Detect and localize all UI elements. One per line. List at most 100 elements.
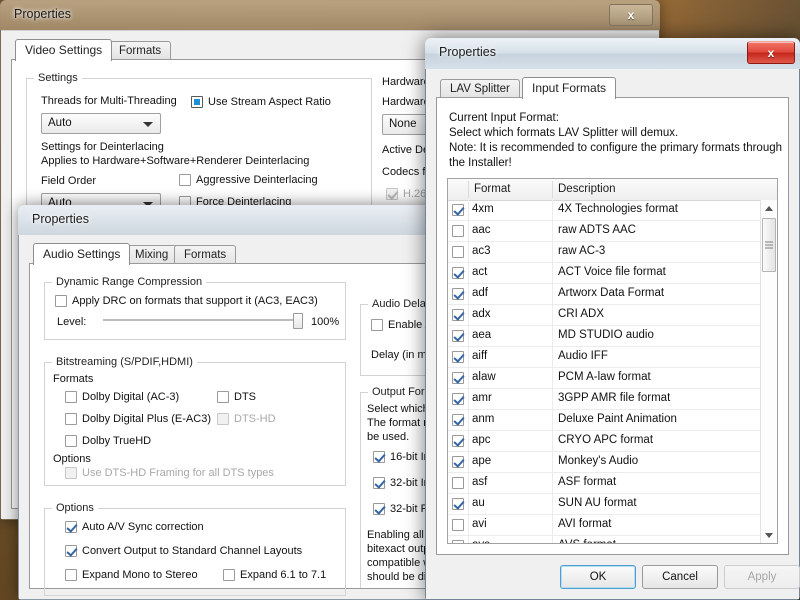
checkbox-h264[interactable]: H.26 bbox=[386, 188, 426, 200]
table-row[interactable]: aiff Audio IFF bbox=[448, 347, 761, 368]
apply-button[interactable]: Apply bbox=[724, 565, 800, 589]
checkbox-auto-av-sync[interactable]: Auto A/V Sync correction bbox=[65, 521, 204, 533]
checkbox-box bbox=[217, 413, 229, 425]
cell-divider bbox=[468, 305, 469, 325]
row-checkbox[interactable] bbox=[452, 372, 464, 384]
table-row[interactable]: alaw PCM A-law format bbox=[448, 368, 761, 389]
checkbox-dolby-digital-ac3[interactable]: Dolby Digital (AC-3) bbox=[65, 391, 179, 403]
row-checkbox[interactable] bbox=[452, 456, 464, 468]
column-header-format[interactable]: Format bbox=[474, 183, 510, 195]
checkbox-apply-drc[interactable]: Apply DRC on formats that support it (AC… bbox=[55, 295, 318, 307]
tab-formats[interactable]: Formats bbox=[174, 245, 237, 265]
table-row[interactable]: au SUN AU format bbox=[448, 494, 761, 515]
info-line-4: the Installer! bbox=[449, 157, 512, 169]
table-row[interactable]: 4xm 4X Technologies format bbox=[448, 200, 761, 221]
tab-mixing[interactable]: Mixing bbox=[125, 245, 179, 265]
table-row[interactable]: avs AVS format bbox=[448, 536, 761, 543]
titlebar[interactable]: Properties x bbox=[0, 0, 660, 30]
row-checkbox[interactable] bbox=[452, 540, 464, 543]
tab-lav-splitter[interactable]: LAV Splitter bbox=[440, 79, 520, 99]
close-icon[interactable]: x bbox=[609, 4, 653, 26]
scrollbar-thumb[interactable] bbox=[762, 218, 776, 272]
checkbox-box bbox=[65, 467, 77, 479]
tab-video-settings[interactable]: Video Settings bbox=[15, 39, 113, 61]
table-row[interactable]: act ACT Voice file format bbox=[448, 263, 761, 284]
table-row[interactable]: aac raw ADTS AAC bbox=[448, 221, 761, 242]
group-options: Options Auto A/V Sync correction Convert… bbox=[44, 502, 346, 596]
table-row[interactable]: adx CRI ADX bbox=[448, 305, 761, 326]
table-row[interactable]: adf Artworx Data Format bbox=[448, 284, 761, 305]
group-dynamic-range-compression: Dynamic Range Compression Apply DRC on f… bbox=[44, 276, 346, 340]
table-row[interactable]: asf ASF format bbox=[448, 473, 761, 494]
slider-thumb[interactable] bbox=[293, 313, 303, 329]
close-icon[interactable]: x bbox=[747, 41, 795, 64]
list-body[interactable]: 4xm 4X Technologies format aac raw ADTS AAC… bbox=[448, 200, 761, 543]
row-checkbox[interactable] bbox=[452, 519, 464, 531]
window-audio-properties[interactable]: Properties Audio Settings Mixing Formats… bbox=[18, 205, 438, 600]
row-checkbox[interactable] bbox=[452, 309, 464, 321]
cell-divider bbox=[468, 389, 469, 409]
table-row[interactable]: aea MD STUDIO audio bbox=[448, 326, 761, 347]
checkbox-convert-standard-layouts[interactable]: Convert Output to Standard Channel Layou… bbox=[65, 545, 302, 557]
table-row[interactable]: amr 3GPP AMR file format bbox=[448, 389, 761, 410]
row-checkbox[interactable] bbox=[452, 351, 464, 363]
checkbox-dts[interactable]: DTS bbox=[217, 391, 256, 403]
row-checkbox[interactable] bbox=[452, 288, 464, 300]
cell-format: adx bbox=[472, 308, 491, 320]
checkbox-label: DTS bbox=[234, 391, 256, 403]
cell-divider bbox=[468, 452, 469, 472]
ok-button[interactable]: OK bbox=[560, 565, 636, 589]
checkbox-32bit-integer[interactable]: 32-bit Inte bbox=[373, 477, 426, 489]
checkbox-32bit-float[interactable]: 32-bit Floa bbox=[373, 503, 426, 515]
row-checkbox[interactable] bbox=[452, 477, 464, 489]
table-row[interactable]: avi AVI format bbox=[448, 515, 761, 536]
checkbox-dolby-truehd[interactable]: Dolby TrueHD bbox=[65, 435, 151, 447]
window-title: Properties bbox=[14, 7, 71, 21]
table-row[interactable]: ape Monkey's Audio bbox=[448, 452, 761, 473]
row-checkbox[interactable] bbox=[452, 225, 464, 237]
checkbox-dtshd-framing[interactable]: Use DTS-HD Framing for all DTS types bbox=[65, 467, 274, 479]
column-header-description[interactable]: Description bbox=[558, 183, 616, 195]
table-row[interactable]: apc CRYO APC format bbox=[448, 431, 761, 452]
drc-level-slider[interactable] bbox=[103, 313, 303, 329]
checkbox-use-stream-aspect-ratio[interactable]: Use Stream Aspect Ratio bbox=[191, 96, 331, 108]
window-lav-properties[interactable]: Properties x LAV Splitter Input Formats … bbox=[425, 38, 800, 600]
list-scrollbar[interactable] bbox=[760, 200, 777, 543]
threads-combo[interactable]: Auto bbox=[41, 113, 161, 134]
row-checkbox[interactable] bbox=[452, 267, 464, 279]
scroll-down-icon[interactable] bbox=[761, 527, 777, 543]
cell-divider bbox=[552, 326, 553, 346]
tab-audio-settings[interactable]: Audio Settings bbox=[33, 243, 131, 265]
scroll-up-icon[interactable] bbox=[761, 200, 777, 216]
group-bitstreaming-label: Bitstreaming (S/PDIF,HDMI) bbox=[52, 356, 197, 368]
checkbox-dolby-digital-plus-eac3[interactable]: Dolby Digital Plus (E-AC3) bbox=[65, 413, 211, 425]
group-output-formats-label: Output Format bbox=[368, 386, 426, 398]
titlebar[interactable]: Properties bbox=[18, 205, 438, 235]
checkbox-expand-mono-to-stereo[interactable]: Expand Mono to Stereo bbox=[65, 569, 198, 581]
cell-divider bbox=[468, 410, 469, 430]
row-checkbox[interactable] bbox=[452, 246, 464, 258]
output-note-line1: Enabling all form bbox=[367, 529, 426, 541]
cell-divider bbox=[552, 452, 553, 472]
checkbox-aggressive-deinterlacing[interactable]: Aggressive Deinterlacing bbox=[179, 174, 318, 186]
table-row[interactable]: ac3 raw AC-3 bbox=[448, 242, 761, 263]
checkbox-16bit-integer[interactable]: 16-bit Inte bbox=[373, 451, 426, 463]
row-checkbox[interactable] bbox=[452, 414, 464, 426]
titlebar[interactable]: Properties x bbox=[425, 38, 800, 69]
delay-ms-label: Delay (in ms): bbox=[371, 349, 426, 361]
cancel-button[interactable]: Cancel bbox=[642, 565, 718, 589]
tab-input-formats[interactable]: Input Formats bbox=[522, 77, 617, 99]
tab-formats[interactable]: Formats bbox=[109, 41, 172, 61]
input-formats-list[interactable]: Format Description 4xm 4X Technologies fo… bbox=[447, 178, 778, 544]
checkbox-dts-hd[interactable]: DTS-HD bbox=[217, 413, 276, 425]
checkbox-enable-audio-delay[interactable]: Enable Audi bbox=[371, 319, 426, 331]
row-checkbox[interactable] bbox=[452, 393, 464, 405]
cell-description: AVI format bbox=[558, 518, 612, 530]
row-checkbox[interactable] bbox=[452, 204, 464, 216]
cell-divider bbox=[552, 305, 553, 325]
row-checkbox[interactable] bbox=[452, 435, 464, 447]
row-checkbox[interactable] bbox=[452, 498, 464, 510]
checkbox-expand-61-to-71[interactable]: Expand 6.1 to 7.1 bbox=[223, 569, 326, 581]
table-row[interactable]: anm Deluxe Paint Animation bbox=[448, 410, 761, 431]
row-checkbox[interactable] bbox=[452, 330, 464, 342]
